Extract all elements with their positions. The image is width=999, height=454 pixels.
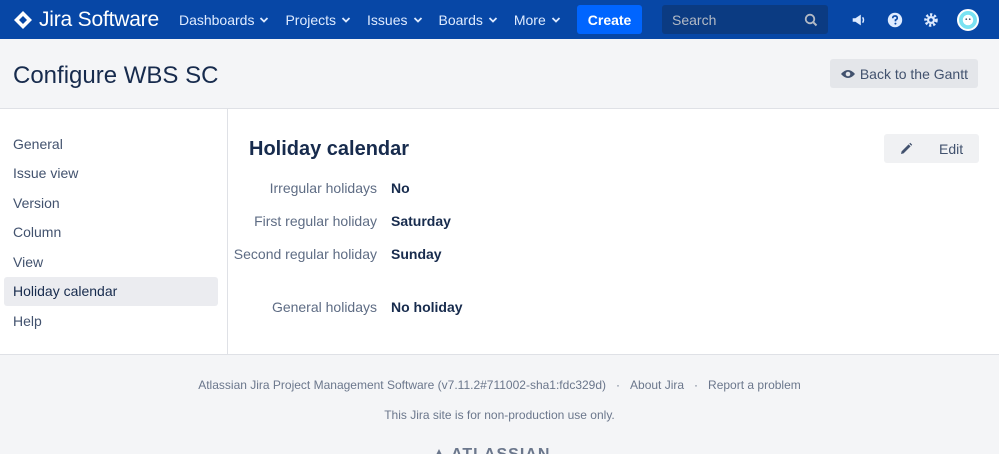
top-navigation: Jira Software Dashboards Projects Issues… <box>0 0 999 39</box>
field-value: No holiday <box>391 299 463 315</box>
jira-diamond-icon <box>14 10 32 29</box>
about-jira-link[interactable]: About Jira <box>630 378 684 392</box>
chevron-down-icon <box>551 16 560 23</box>
content-area: General Issue view Version Column View H… <box>0 109 999 355</box>
back-to-gantt-button[interactable]: Back to the Gantt <box>829 59 978 88</box>
field-value: No <box>391 180 410 196</box>
main-panel: Holiday calendar Edit Irregular holidays… <box>229 109 999 355</box>
chevron-down-icon <box>413 16 422 23</box>
nav-more[interactable]: More <box>514 12 561 28</box>
footer-notice: This Jira site is for non-production use… <box>384 408 615 422</box>
search-input[interactable]: Search <box>662 5 828 34</box>
sidebar-item-column[interactable]: Column <box>4 218 218 248</box>
atlassian-icon <box>436 449 442 454</box>
edit-label: Edit <box>939 140 964 157</box>
sidebar-item-label: General <box>13 135 63 152</box>
report-problem-link[interactable]: Report a problem <box>708 378 801 392</box>
megaphone-icon[interactable] <box>849 10 869 30</box>
footer-software-version: Atlassian Jira Project Management Softwa… <box>198 378 607 392</box>
field-row-irregular-holidays: Irregular holidays No <box>229 179 410 198</box>
field-row-general-holidays: General holidays No holiday <box>229 298 463 317</box>
page-title: Configure WBS SC <box>13 62 219 89</box>
eye-icon <box>840 69 855 78</box>
nav-dashboards-label: Dashboards <box>178 11 255 28</box>
nav-issues-label: Issues <box>367 11 408 28</box>
settings-icon[interactable] <box>921 10 941 30</box>
sidebar-item-version[interactable]: Version <box>4 188 218 218</box>
sidebar-item-issue-view[interactable]: Issue view <box>4 159 218 189</box>
atlassian-logo[interactable]: ATLASSIAN <box>432 446 550 454</box>
nav-more-label: More <box>513 11 546 28</box>
sidebar-item-holiday-calendar[interactable]: Holiday calendar <box>4 276 218 306</box>
sidebar-item-view[interactable]: View <box>4 247 218 277</box>
field-row-first-regular-holiday: First regular holiday Saturday <box>229 212 451 231</box>
nav-projects[interactable]: Projects <box>285 12 351 28</box>
nav-boards[interactable]: Boards <box>439 12 498 28</box>
nav-boards-label: Boards <box>438 11 483 28</box>
sidebar: General Issue view Version Column View H… <box>0 109 228 355</box>
edit-button[interactable]: Edit <box>884 134 979 163</box>
chevron-down-icon <box>488 16 497 23</box>
field-label: First regular holiday <box>254 213 377 229</box>
pencil-icon <box>901 142 913 154</box>
logo-text: Jira Software <box>39 7 159 31</box>
section-title: Holiday calendar <box>249 138 410 160</box>
nav-dashboards[interactable]: Dashboards <box>179 12 270 28</box>
field-row-second-regular-holiday: Second regular holiday Sunday <box>229 245 442 264</box>
jira-logo[interactable]: Jira Software <box>13 8 159 32</box>
nav-projects-label: Projects <box>285 11 337 28</box>
sidebar-item-label: Version <box>13 194 60 211</box>
sidebar-item-help[interactable]: Help <box>4 306 218 336</box>
sidebar-item-label: View <box>13 253 44 270</box>
sidebar-item-general[interactable]: General <box>4 129 218 159</box>
create-button[interactable]: Create <box>576 5 643 34</box>
footer: Atlassian Jira Project Management Softwa… <box>0 356 999 454</box>
field-label: Second regular holiday <box>233 246 377 262</box>
field-label: Irregular holidays <box>269 180 377 196</box>
chevron-down-icon <box>341 16 351 23</box>
avatar[interactable] <box>957 8 979 31</box>
footer-links: Atlassian Jira Project Management Softwa… <box>198 378 801 392</box>
user-avatar-icon <box>962 14 974 25</box>
atlassian-wordmark: ATLASSIAN <box>451 446 550 454</box>
field-label: General holidays <box>271 299 377 315</box>
page-header: Configure WBS SC Back to the Gantt <box>0 39 999 109</box>
help-icon[interactable] <box>885 10 905 30</box>
search-icon <box>804 13 818 26</box>
field-value: Sunday <box>391 246 442 262</box>
sidebar-item-label: Column <box>13 224 62 241</box>
field-value: Saturday <box>391 213 451 229</box>
chevron-down-icon <box>260 16 269 23</box>
sidebar-item-label: Help <box>13 312 42 329</box>
back-to-gantt-label: Back to the Gantt <box>859 65 968 82</box>
sidebar-item-label: Holiday calendar <box>13 283 118 300</box>
search-placeholder: Search <box>672 11 717 28</box>
sidebar-item-label: Issue view <box>13 165 79 182</box>
nav-issues[interactable]: Issues <box>367 12 422 28</box>
